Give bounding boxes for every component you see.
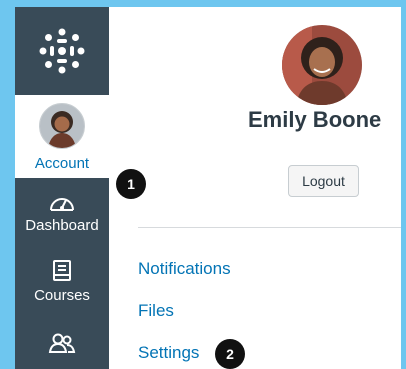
divider [138, 227, 401, 228]
step-callout-1: 1 [116, 169, 146, 199]
link-notifications[interactable]: Notifications [138, 259, 231, 279]
profile-avatar [282, 25, 362, 105]
global-nav: Account Dashboard Courses [15, 7, 109, 369]
nav-item-courses[interactable]: Courses [15, 259, 109, 305]
nav-courses-label: Courses [34, 287, 90, 304]
link-files[interactable]: Files [138, 301, 174, 321]
profile-photo [282, 25, 362, 105]
canvas-logo[interactable] [15, 7, 109, 95]
nav-item-dashboard[interactable]: Dashboard [15, 191, 109, 235]
groups-icon [48, 333, 76, 353]
profile-name: Emily Boone [248, 107, 382, 132]
dashboard-icon [50, 198, 74, 211]
nav-dashboard-label: Dashboard [25, 217, 99, 234]
app-frame: Account Dashboard Courses Emily Boone Lo… [15, 7, 401, 369]
courses-icon [53, 260, 71, 281]
canvas-logo-icon [39, 28, 85, 74]
nav-account-label: Account [34, 155, 90, 172]
nav-avatar [39, 103, 85, 149]
avatar-photo [40, 104, 84, 148]
nav-item-groups[interactable] [15, 332, 109, 358]
nav-item-account[interactable]: Account [15, 95, 109, 178]
link-settings[interactable]: Settings [138, 343, 199, 363]
logout-button[interactable]: Logout [288, 165, 359, 197]
step-callout-2: 2 [215, 339, 245, 369]
